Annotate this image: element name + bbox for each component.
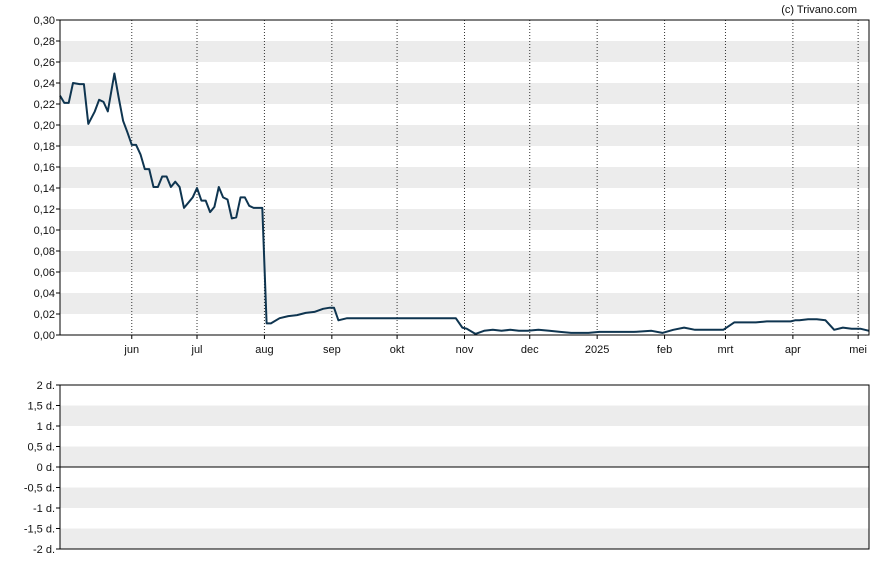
watermark-text: (c) Trivano.com xyxy=(781,4,857,16)
volume-y-tick-label: 0,5 d. xyxy=(27,442,55,454)
price-panel-bands xyxy=(60,41,869,314)
month-tick-label: dec xyxy=(521,344,539,356)
volume-y-tick-label: 1 d. xyxy=(37,421,55,433)
volume-band xyxy=(60,487,869,508)
price-y-tick-label: 0,02 xyxy=(34,309,55,321)
price-y-tick-label: 0,06 xyxy=(34,267,55,279)
month-tick-label: mrt xyxy=(718,344,734,356)
stock-chart: (c) Trivano.com 0,30 0,28 0,26 0,24 0,22 0,20… xyxy=(24,4,870,556)
price-y-tick-label: 0,24 xyxy=(34,78,55,90)
price-y-tick-label: 0,04 xyxy=(34,288,55,300)
volume-y-tick-label: 0 d. xyxy=(37,462,55,474)
volume-panel-bands xyxy=(60,405,869,549)
volume-band xyxy=(60,405,869,426)
month-tick-label: jun xyxy=(123,344,139,356)
price-y-tick-label: 0,26 xyxy=(34,57,55,69)
volume-y-tick-label: -1 d. xyxy=(33,503,55,515)
volume-band xyxy=(60,528,869,549)
month-tick-label: mei xyxy=(849,344,867,356)
price-y-tick-label: 0,16 xyxy=(34,162,55,174)
price-y-tick-label: 0,22 xyxy=(34,99,55,111)
price-y-tick-label: 0,28 xyxy=(34,36,55,48)
volume-y-tick-label: 1,5 d. xyxy=(27,401,55,413)
month-tick-label: feb xyxy=(657,344,672,356)
volume-y-tick-label: -1,5 d. xyxy=(24,524,55,536)
volume-y-tick-label: -0,5 d. xyxy=(24,483,55,495)
price-y-tick-label: 0,10 xyxy=(34,225,55,237)
month-tick-label: aug xyxy=(255,344,273,356)
month-tick-label: jul xyxy=(191,344,203,356)
price-y-tick-label: 0,12 xyxy=(34,204,55,216)
month-tick-label: sep xyxy=(323,344,341,356)
price-y-tick-label: 0,18 xyxy=(34,141,55,153)
price-y-tick-label: 0,30 xyxy=(34,15,55,27)
price-y-tick-label: 0,14 xyxy=(34,183,55,195)
price-y-tick-label: 0,08 xyxy=(34,246,55,258)
month-tick-label: 2025 xyxy=(585,344,609,356)
month-tick-label: okt xyxy=(390,344,405,356)
volume-y-tick-label: -2 d. xyxy=(33,544,55,556)
month-tick-label: nov xyxy=(456,344,474,356)
month-tick-label: apr xyxy=(785,344,801,356)
price-y-tick-label: 0,20 xyxy=(34,120,55,132)
volume-band xyxy=(60,446,869,467)
price-y-tick-label: 0,00 xyxy=(34,330,55,342)
volume-y-tick-label: 2 d. xyxy=(37,380,55,392)
